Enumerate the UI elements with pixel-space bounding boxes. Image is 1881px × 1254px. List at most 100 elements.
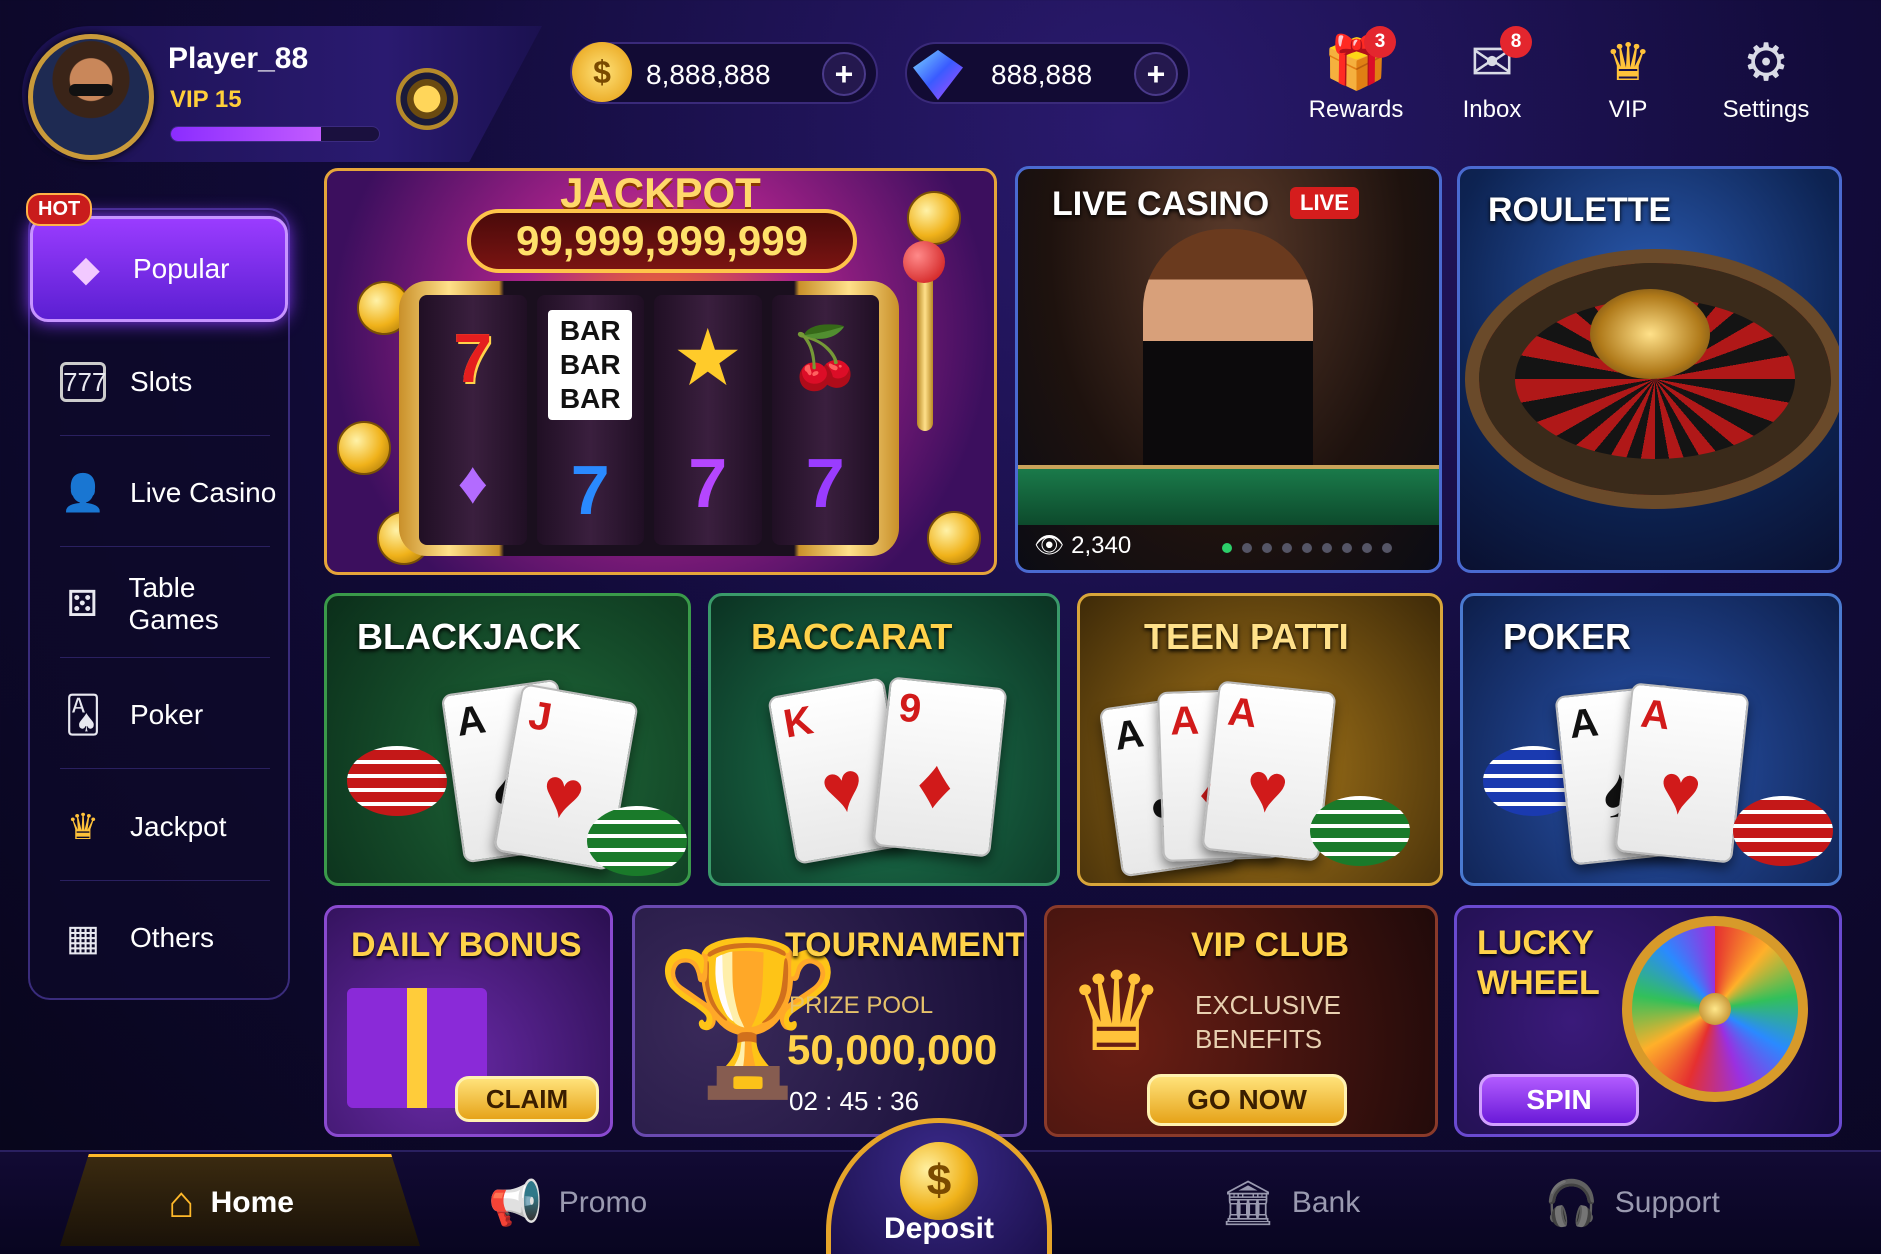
spin-button[interactable]: SPIN — [1479, 1074, 1639, 1126]
wheel-title: WHEEL — [1477, 964, 1600, 1002]
gold-amount: 8,888,888 — [646, 59, 771, 90]
nav-home[interactable]: ⌂ Home — [168, 1168, 294, 1238]
gem-amount: 888,888 — [991, 59, 1093, 90]
add-gems-button[interactable]: + — [1134, 52, 1178, 96]
sidebar-item-poker[interactable]: 🂡 Poker — [30, 662, 288, 768]
lucky-wheel-card[interactable]: LUCKY WHEEL SPIN — [1454, 905, 1842, 1137]
nav-label: Bank — [1291, 1186, 1361, 1219]
sidebar-item-label: Live Casino — [130, 477, 277, 508]
gold-coin-icon: $ — [572, 42, 632, 102]
live-casino-title: LIVE CASINO — [1052, 185, 1270, 223]
player-name: Player_88 — [168, 42, 309, 75]
roulette-hub — [1590, 289, 1710, 379]
lucky-title: LUCKY — [1477, 924, 1595, 962]
chip-stack — [1733, 796, 1833, 866]
carousel-dots[interactable] — [1222, 543, 1392, 553]
sidebar-item-popular[interactable]: ◆ Popular — [30, 216, 288, 322]
claim-button[interactable]: CLAIM — [455, 1076, 599, 1122]
live-badge: LIVE — [1290, 187, 1359, 219]
divider — [60, 880, 270, 881]
sidebar-item-live-casino[interactable]: 👤 Live Casino — [30, 440, 288, 546]
teen-patti-title: TEEN PATTI — [1144, 616, 1349, 657]
diamond-icon: ◆ — [72, 248, 100, 289]
card-rank: A — [1111, 711, 1147, 759]
teen-patti-card[interactable]: TEEN PATTI A♣ A♦ A♥ — [1077, 593, 1443, 886]
carousel-dot[interactable] — [1362, 543, 1372, 553]
crown-icon: ♛ — [1604, 34, 1652, 92]
carousel-dot[interactable] — [1302, 543, 1312, 553]
card-icon: 🂡 — [64, 694, 102, 735]
carousel-dot[interactable] — [1342, 543, 1352, 553]
carousel-dot[interactable] — [1242, 543, 1252, 553]
grid-icon: ▦ — [65, 917, 100, 958]
sidebar-item-table-games[interactable]: ⚄ Table Games — [30, 551, 288, 657]
carousel-dot[interactable] — [1262, 543, 1272, 553]
rewards-badge: 3 — [1364, 26, 1396, 58]
jackpot-slot-card[interactable]: 7 ♦ BAR BAR BAR 7 ★ 7 🍒 7 JACKPOT 99,999… — [324, 168, 997, 575]
rewards-button[interactable]: 🎁 3 Rewards — [1296, 26, 1416, 140]
card-rank: 9 — [896, 685, 924, 732]
card-rank: A — [453, 697, 489, 745]
casino-table — [1018, 465, 1439, 525]
settings-button[interactable]: ⚙ Settings — [1706, 30, 1826, 140]
card-rank: A — [1225, 689, 1260, 737]
reel-symbol: ♦ — [457, 448, 489, 516]
chip-stack — [347, 746, 447, 816]
tournament-card[interactable]: 🏆 TOURNAMENT PRIZE POOL 50,000,000 02 : … — [632, 905, 1027, 1137]
settings-label: Settings — [1722, 96, 1810, 123]
live-casino-card[interactable]: LIVE CASINO LIVE 👁 2,340 — [1015, 166, 1442, 573]
reel: 🍒 7 — [771, 295, 879, 545]
vip-button[interactable]: ♛ VIP — [1568, 30, 1688, 140]
baccarat-title: BACCARAT — [751, 616, 953, 657]
nav-bank[interactable]: 🏛 Bank — [1220, 1168, 1360, 1238]
carousel-dot[interactable] — [1322, 543, 1332, 553]
sidebar-item-slots[interactable]: 777 Slots — [30, 329, 288, 435]
reel-symbol: 7 — [805, 443, 845, 522]
roulette-title: ROULETTE — [1488, 191, 1672, 229]
crown-icon: ♛ — [1067, 951, 1166, 1074]
carousel-dot[interactable] — [1282, 543, 1292, 553]
reel: BAR BAR BAR 7 — [536, 295, 644, 545]
avatar[interactable] — [28, 34, 154, 160]
sidebar-item-others[interactable]: ▦ Others — [30, 885, 288, 991]
blackjack-card[interactable]: BLACKJACK A♠ J♥ — [324, 593, 691, 886]
reel: ★ 7 — [654, 295, 762, 545]
nav-support[interactable]: 🎧 Support — [1544, 1168, 1720, 1238]
blackjack-title: BLACKJACK — [357, 616, 581, 657]
reel-symbol: 7 — [688, 443, 728, 522]
carousel-dot[interactable] — [1222, 543, 1232, 553]
go-now-button[interactable]: GO NOW — [1147, 1074, 1347, 1126]
prize-pool-amount: 50,000,000 — [787, 1026, 998, 1073]
rank-badge-icon[interactable] — [396, 68, 458, 130]
card-rank: A — [1567, 700, 1601, 748]
roulette-card[interactable]: ROULETTE — [1457, 166, 1842, 573]
reel-symbol: 7 — [570, 451, 610, 529]
gem-icon — [913, 50, 963, 100]
poker-card[interactable]: POKER A♠ A♥ — [1460, 593, 1842, 886]
playing-card: A ♥ — [1614, 682, 1750, 864]
carousel-dot[interactable] — [1382, 543, 1392, 553]
card-rank: A — [1638, 691, 1673, 739]
card-rank: A — [1169, 698, 1200, 744]
gift-icon: 🎁 — [1323, 34, 1389, 92]
heart-icon: ♥ — [535, 751, 591, 836]
reel-symbol: 7 — [453, 318, 493, 397]
daily-bonus-card[interactable]: DAILY BONUS CLAIM — [324, 905, 613, 1137]
card-rank: J — [525, 693, 555, 741]
divider — [60, 435, 270, 436]
vip-club-card[interactable]: ♛ VIP CLUB EXCLUSIVE BENEFITS GO NOW — [1044, 905, 1438, 1137]
headset-icon: 🎧 — [1544, 1179, 1599, 1228]
bank-icon: 🏛 — [1220, 1179, 1276, 1228]
baccarat-card[interactable]: BACCARAT K ♥ 9 ♦ — [708, 593, 1060, 886]
inbox-button[interactable]: ✉ 8 Inbox — [1432, 26, 1552, 140]
countdown-timer: 02 : 45 : 36 — [789, 1086, 920, 1116]
reel-symbol: BAR BAR BAR — [548, 310, 633, 420]
coin-icon — [337, 421, 391, 475]
nav-label: Support — [1614, 1186, 1720, 1219]
divider — [60, 768, 270, 769]
add-gold-button[interactable]: + — [822, 52, 866, 96]
gear-icon: ⚙ — [1742, 34, 1790, 92]
home-icon: ⌂ — [168, 1178, 195, 1227]
nav-promo[interactable]: 📢 Promo — [488, 1168, 647, 1238]
sidebar-item-jackpot[interactable]: ♛ Jackpot — [30, 774, 288, 880]
